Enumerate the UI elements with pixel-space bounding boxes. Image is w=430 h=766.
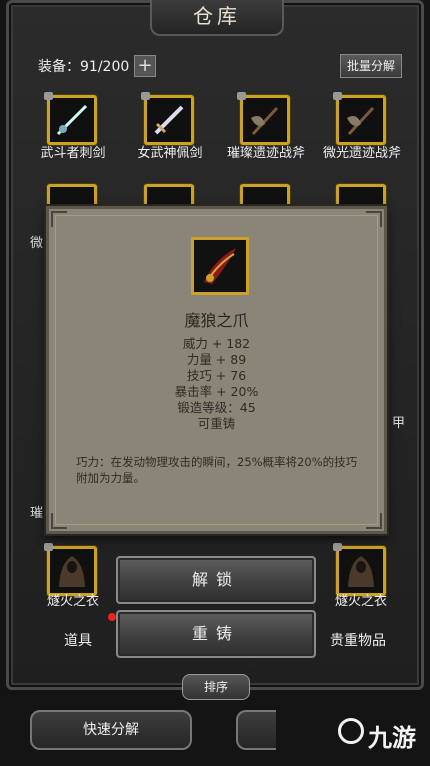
item-slot-sword[interactable] bbox=[141, 92, 194, 145]
item-name: 魔狼之爪 bbox=[184, 311, 249, 330]
claw-icon bbox=[204, 248, 236, 284]
reforge-button[interactable]: 重铸 bbox=[116, 610, 316, 658]
item-slot-cloak[interactable] bbox=[333, 543, 386, 596]
rapier-icon bbox=[56, 104, 88, 136]
item-slot-axe-1[interactable] bbox=[237, 92, 290, 145]
sort-button[interactable]: 排序 bbox=[182, 674, 250, 700]
lock-icon bbox=[333, 543, 342, 551]
tab-valuables[interactable]: 贵重物品 bbox=[330, 630, 386, 650]
item-description: 巧力：在发动物理攻击的瞬间，25%概率将20%的技巧附加为力量。 bbox=[76, 455, 358, 485]
item-label: 微光遗迹战斧 bbox=[322, 146, 401, 161]
item-slot-cloak[interactable] bbox=[44, 543, 97, 596]
unlock-button[interactable]: 解锁 bbox=[116, 556, 316, 604]
batch-decompose-button[interactable]: 批量分解 bbox=[340, 54, 402, 78]
secondary-button[interactable] bbox=[236, 710, 276, 750]
stat-power: 威力 + 182 bbox=[182, 336, 251, 351]
item-label: 燧火之衣 bbox=[46, 594, 99, 609]
lock-icon bbox=[237, 92, 246, 100]
corner-ornament bbox=[51, 513, 67, 529]
stat-crit: 暴击率 + 20% bbox=[174, 384, 259, 399]
stat-forge-level: 锻造等级：45 bbox=[177, 400, 256, 415]
item-icon bbox=[191, 237, 249, 295]
item-label: 璀璨遗迹战斧 bbox=[226, 146, 305, 161]
lock-icon bbox=[141, 92, 150, 100]
item-label: 武斗者刺剑 bbox=[40, 146, 106, 161]
battle-axe-icon bbox=[251, 106, 279, 136]
cloak-icon bbox=[348, 556, 374, 587]
item-label-partial: 微 bbox=[30, 236, 44, 251]
lock-icon bbox=[44, 92, 53, 100]
corner-ornament bbox=[366, 211, 382, 227]
item-label-partial: 甲 bbox=[392, 416, 406, 431]
tab-items[interactable]: 道具 bbox=[64, 630, 92, 650]
lock-icon bbox=[44, 543, 53, 551]
watermark: 九游 bbox=[368, 724, 416, 752]
window-title: 仓库 bbox=[150, 0, 284, 36]
item-label: 女武神佩剑 bbox=[137, 146, 203, 161]
expand-capacity-button[interactable]: + bbox=[134, 55, 156, 77]
stat-strength: 力量 + 89 bbox=[186, 352, 247, 367]
stat-skill: 技巧 + 76 bbox=[186, 368, 247, 383]
corner-ornament bbox=[51, 211, 67, 227]
item-slot-rapier[interactable] bbox=[44, 92, 97, 145]
battle-axe-icon bbox=[347, 106, 375, 136]
corner-ornament bbox=[366, 513, 382, 529]
notification-badge bbox=[108, 613, 116, 621]
item-label: 燧火之衣 bbox=[334, 594, 387, 609]
item-detail-popup: 魔狼之爪 威力 + 182 力量 + 89 技巧 + 76 暴击率 + 20% … bbox=[46, 206, 387, 534]
watermark-logo-icon bbox=[338, 718, 364, 744]
stat-reforgeable: 可重铸 bbox=[197, 416, 236, 431]
cloak-icon bbox=[59, 556, 85, 587]
item-slot-axe-2[interactable] bbox=[333, 92, 386, 145]
sword-icon bbox=[154, 105, 184, 135]
quick-decompose-button[interactable]: 快速分解 bbox=[30, 710, 192, 750]
lock-icon bbox=[333, 92, 342, 100]
item-stats: 威力 + 182 力量 + 89 技巧 + 76 暴击率 + 20% 锻造等级：… bbox=[49, 336, 384, 432]
equip-count-label: 装备：91/200 bbox=[38, 59, 130, 75]
item-label-partial: 璀 bbox=[30, 506, 44, 521]
